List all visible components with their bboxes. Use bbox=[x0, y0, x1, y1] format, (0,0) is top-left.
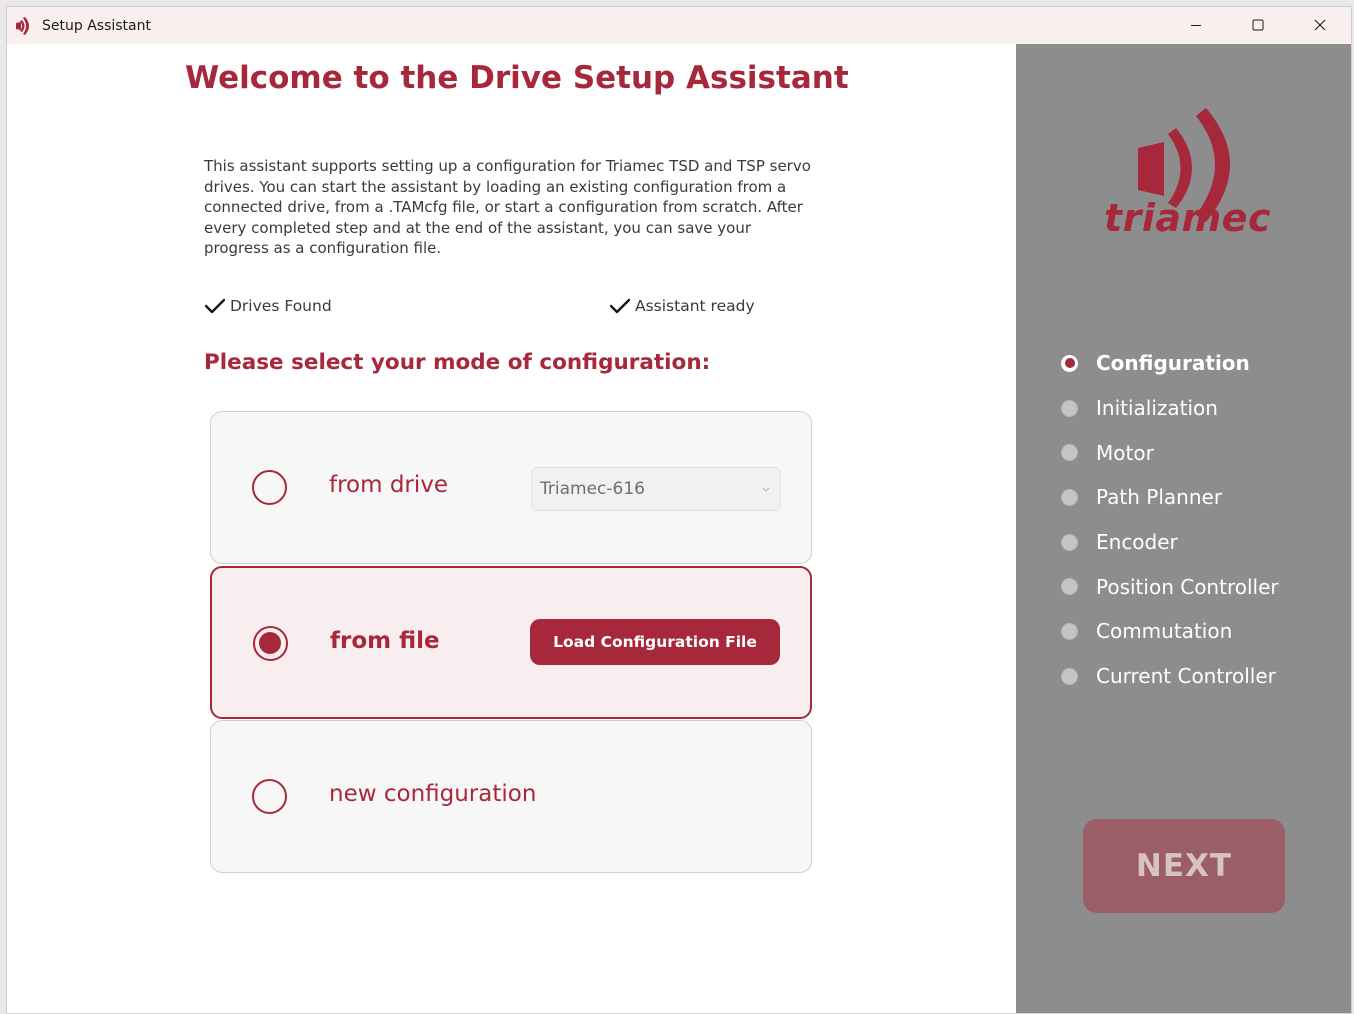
step-label: Configuration bbox=[1096, 351, 1250, 376]
setup-assistant-window: Setup Assistant Welcome to the Drive Set… bbox=[6, 6, 1352, 1014]
step-indicator bbox=[1061, 578, 1078, 596]
chevron-down-icon bbox=[762, 487, 770, 492]
radio-from-file[interactable] bbox=[253, 626, 288, 661]
step-indicator bbox=[1061, 488, 1078, 506]
step-label: Initialization bbox=[1096, 396, 1218, 421]
triamec-logo-icon bbox=[13, 15, 35, 37]
step-indicator bbox=[1061, 399, 1078, 417]
step-indicator bbox=[1061, 622, 1078, 640]
load-configuration-file-button[interactable]: Load Configuration File bbox=[530, 619, 780, 665]
radio-new-configuration[interactable] bbox=[252, 779, 287, 814]
step-indicator bbox=[1061, 667, 1078, 685]
step-motor: Motor bbox=[1061, 430, 1279, 475]
title-bar: Setup Assistant bbox=[7, 7, 1351, 44]
close-icon bbox=[1314, 16, 1326, 35]
maximize-icon bbox=[1252, 16, 1264, 35]
sidebar: triamec Configuration Initialization Mot… bbox=[1016, 44, 1351, 1013]
status-drives-found: Drives Found bbox=[204, 297, 332, 315]
step-path-planner: Path Planner bbox=[1061, 475, 1279, 520]
step-label: Commutation bbox=[1096, 619, 1233, 644]
step-indicator bbox=[1061, 354, 1078, 372]
step-indicator bbox=[1061, 444, 1078, 462]
brand-logo-text: triamec bbox=[1104, 196, 1271, 240]
checkmark-icon bbox=[609, 298, 631, 314]
step-label: Encoder bbox=[1096, 530, 1178, 555]
step-encoder: Encoder bbox=[1061, 520, 1279, 565]
status-label: Drives Found bbox=[230, 297, 332, 315]
step-current-controller: Current Controller bbox=[1061, 654, 1279, 699]
maximize-button[interactable] bbox=[1227, 7, 1289, 44]
option-label: from file bbox=[330, 628, 440, 654]
window-controls bbox=[1165, 7, 1351, 44]
option-label: from drive bbox=[329, 472, 449, 498]
main-content: Welcome to the Drive Setup Assistant Thi… bbox=[7, 44, 1016, 1013]
step-position-controller: Position Controller bbox=[1061, 564, 1279, 609]
option-label: new configuration bbox=[329, 781, 537, 807]
drive-select-value: Triamec-616 bbox=[540, 479, 645, 499]
step-commutation: Commutation bbox=[1061, 609, 1279, 654]
option-from-drive[interactable]: from drive Triamec-616 bbox=[210, 411, 812, 564]
close-button[interactable] bbox=[1289, 7, 1351, 44]
minimize-icon bbox=[1190, 16, 1202, 35]
checkmark-icon bbox=[204, 298, 226, 314]
mode-prompt: Please select your mode of configuration… bbox=[204, 350, 711, 375]
next-button[interactable]: NEXT bbox=[1083, 819, 1285, 913]
status-label: Assistant ready bbox=[635, 297, 755, 315]
step-indicator bbox=[1061, 533, 1078, 551]
option-new-configuration[interactable]: new configuration bbox=[210, 720, 812, 873]
option-from-file[interactable]: from file Load Configuration File bbox=[210, 566, 812, 719]
step-configuration: Configuration bbox=[1061, 341, 1279, 386]
step-label: Current Controller bbox=[1096, 664, 1276, 689]
step-label: Path Planner bbox=[1096, 485, 1223, 510]
step-label: Position Controller bbox=[1096, 574, 1279, 599]
step-initialization: Initialization bbox=[1061, 386, 1279, 431]
window-title: Setup Assistant bbox=[42, 17, 151, 34]
drive-select[interactable]: Triamec-616 bbox=[531, 467, 781, 511]
status-assistant-ready: Assistant ready bbox=[609, 297, 755, 315]
step-list: Configuration Initialization Motor Path … bbox=[1061, 341, 1279, 699]
step-label: Motor bbox=[1096, 440, 1154, 465]
radio-from-drive[interactable] bbox=[252, 470, 287, 505]
intro-text: This assistant supports setting up a con… bbox=[204, 157, 811, 257]
page-title: Welcome to the Drive Setup Assistant bbox=[185, 60, 849, 96]
minimize-button[interactable] bbox=[1165, 7, 1227, 44]
